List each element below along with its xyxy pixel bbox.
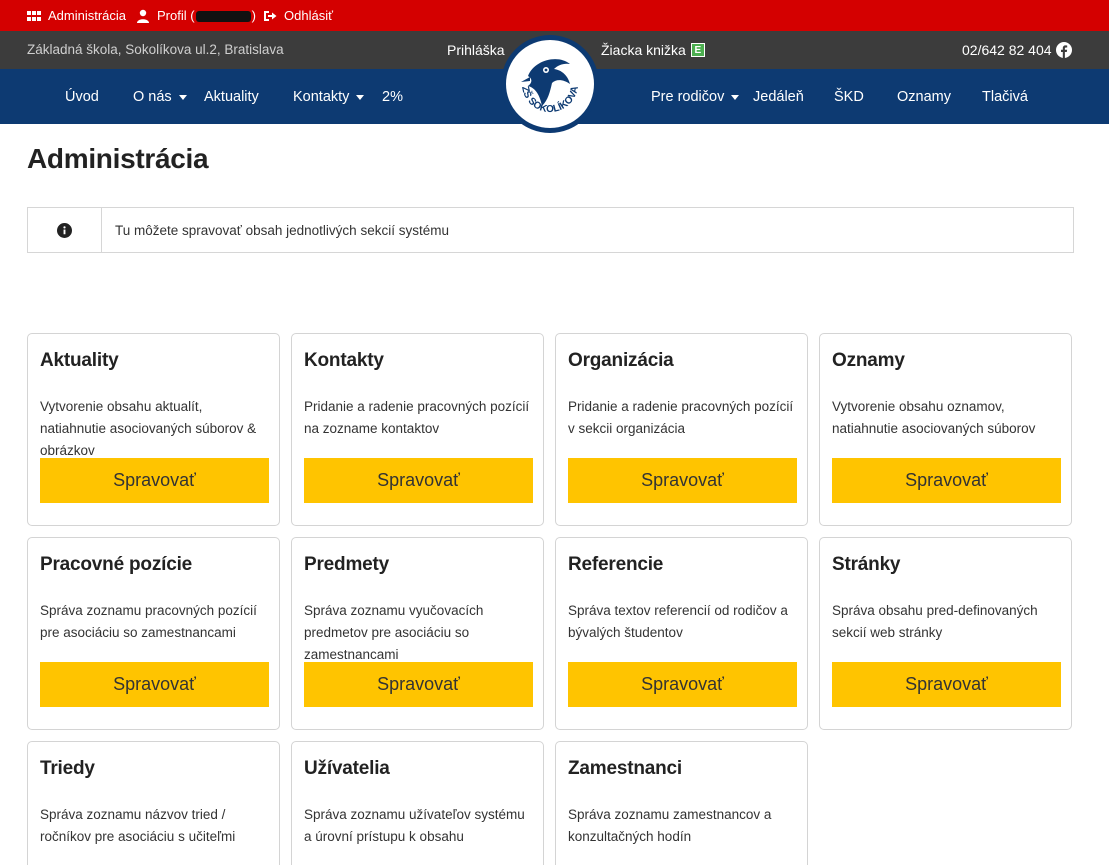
admin-link[interactable]: Administrácia (27, 0, 126, 31)
nav-o-nas[interactable]: O nás (133, 69, 187, 124)
ziacka-knizka-label: Žiacka knižka (601, 42, 686, 58)
card-pracovne-pozicie: Pracovné pozície Správa zoznamu pracovný… (27, 537, 280, 730)
card-description: Vytvorenie obsahu aktualít, natiahnutie … (40, 399, 257, 458)
card-title: Predmety (304, 554, 389, 575)
page-title: Administrácia (27, 143, 209, 174)
nav-oznamy-label: Oznamy (897, 88, 951, 105)
sign-out-icon (264, 10, 277, 21)
card-title: Organizácia (568, 350, 674, 371)
spravovat-oznamy-button[interactable]: Spravovať (832, 458, 1061, 503)
card-description: Správa zoznamu vyučovacích predmetov pre… (304, 603, 484, 662)
spravovat-stranky-button[interactable]: Spravovať (832, 662, 1061, 707)
logout-label: Odhlásiť (284, 8, 333, 23)
card-title: Stránky (832, 554, 901, 575)
redacted-username (195, 11, 251, 23)
info-icon-cell (28, 208, 102, 252)
profile-suffix: ) (251, 8, 256, 23)
profile-link-label: Profil () (157, 8, 256, 23)
card-title: Kontakty (304, 350, 384, 371)
card-description: Správa textov referencií od rodičov a bý… (568, 603, 788, 640)
card-description: Správa zoznamu zamestnancov a konzultačn… (568, 807, 772, 844)
caret-down-icon (356, 94, 365, 100)
spravovat-kontakty-button[interactable]: Spravovať (304, 458, 533, 503)
card-title: Užívatelia (304, 758, 390, 779)
nav-tlaciva-label: Tlačivá (982, 88, 1028, 105)
nav-pre-rodicov-label: Pre rodičov (651, 88, 725, 105)
prihlaska-label: Prihláška (447, 42, 505, 58)
nav-o-nas-label: O nás (133, 88, 172, 105)
card-kontakty: Kontakty Pridanie a radenie pracovných p… (291, 333, 544, 526)
phone-label: 02/642 82 404 (962, 42, 1052, 58)
nav-pre-rodicov[interactable]: Pre rodičov (651, 69, 740, 124)
profile-link[interactable]: Profil () (136, 0, 256, 31)
spravovat-organizacia-button[interactable]: Spravovať (568, 458, 797, 503)
nav-aktuality-label: Aktuality (204, 88, 259, 105)
card-title: Zamestnanci (568, 758, 682, 779)
card-title: Pracovné pozície (40, 554, 193, 575)
profile-prefix: Profil ( (157, 8, 195, 23)
card-description: Správa obsahu pred-definovaných sekcií w… (832, 603, 1038, 640)
nav-skd-label: ŠKD (834, 88, 864, 105)
info-icon (57, 222, 72, 238)
nav-aktuality[interactable]: Aktuality (204, 69, 259, 124)
card-oznamy: Oznamy Vytvorenie obsahu oznamov, natiah… (819, 333, 1072, 526)
card-referencie: Referencie Správa textov referencií od r… (555, 537, 808, 730)
edupage-icon: E (690, 43, 705, 57)
phone-number: 02/642 82 404 (962, 31, 1052, 69)
card-triedy: Triedy Správa zoznamu názvov tried / roč… (27, 741, 280, 865)
admin-bar: Administrácia Profil () Odhlásiť (0, 0, 1109, 31)
card-title: Aktuality (40, 350, 119, 371)
grid-icon (27, 10, 41, 21)
nav-kontakty[interactable]: Kontakty (293, 69, 365, 124)
nav-oznamy[interactable]: Oznamy (897, 69, 951, 124)
card-title: Referencie (568, 554, 664, 575)
nav-jedalen-label: Jedáleň (753, 88, 804, 105)
spravovat-aktuality-button[interactable]: Spravovať (40, 458, 269, 503)
nav-jedalen[interactable]: Jedáleň (753, 69, 804, 124)
card-uzivatelia: Užívatelia Správa zoznamu užívateľov sys… (291, 741, 544, 865)
card-title: Oznamy (832, 350, 905, 371)
caret-down-icon (178, 94, 187, 100)
card-description: Pridanie a radenie pracovných pozícií v … (568, 399, 794, 436)
nav-tlaciva[interactable]: Tlačivá (982, 69, 1028, 124)
spravovat-pracovne-pozicie-button[interactable]: Spravovať (40, 662, 269, 707)
school-logo[interactable]: ZŠ SOKOLÍKOVA (500, 34, 600, 134)
card-description: Správa zoznamu pracovných pozícií pre as… (40, 603, 257, 640)
nav-uvod-label: Úvod (65, 88, 99, 105)
card-description: Správa zoznamu názvov tried / ročníkov p… (40, 807, 236, 844)
info-message: Tu môžete spravovať obsah jednotlivých s… (115, 222, 449, 238)
facebook-link[interactable] (1056, 31, 1072, 69)
school-address: Základná škola, Sokolíkova ul.2, Bratisl… (27, 41, 284, 57)
user-icon (137, 9, 149, 23)
card-aktuality: Aktuality Vytvorenie obsahu aktualít, na… (27, 333, 280, 526)
nav-kontakty-label: Kontakty (293, 88, 350, 105)
card-description: Správa zoznamu užívateľov systému a úrov… (304, 807, 525, 844)
caret-down-icon (731, 94, 740, 100)
logout-link[interactable]: Odhlásiť (263, 0, 333, 31)
card-title: Triedy (40, 758, 95, 779)
nav-skd[interactable]: ŠKD (834, 69, 864, 124)
card-predmety: Predmety Správa zoznamu vyučovacích pred… (291, 537, 544, 730)
nav-2-percenta-label: 2% (382, 88, 403, 105)
ziacka-knizka-link[interactable]: Žiacka knižka E (601, 31, 705, 69)
spravovat-predmety-button[interactable]: Spravovať (304, 662, 533, 707)
card-zamestnanci: Zamestnanci Správa zoznamu zamestnancov … (555, 741, 808, 865)
facebook-icon (1056, 42, 1072, 58)
card-description: Pridanie a radenie pracovných pozícií na… (304, 399, 530, 436)
admin-link-label: Administrácia (48, 8, 127, 23)
nav-uvod[interactable]: Úvod (65, 69, 99, 124)
card-stranky: Stránky Správa obsahu pred-definovaných … (819, 537, 1072, 730)
info-alert: Tu môžete spravovať obsah jednotlivých s… (27, 207, 1074, 253)
nav-2-percenta[interactable]: 2% (382, 69, 403, 124)
card-description: Vytvorenie obsahu oznamov, natiahnutie a… (832, 399, 1036, 436)
spravovat-referencie-button[interactable]: Spravovať (568, 662, 797, 707)
prihlaska-link[interactable]: Prihláška (447, 31, 505, 69)
card-organizacia: Organizácia Pridanie a radenie pracovnýc… (555, 333, 808, 526)
